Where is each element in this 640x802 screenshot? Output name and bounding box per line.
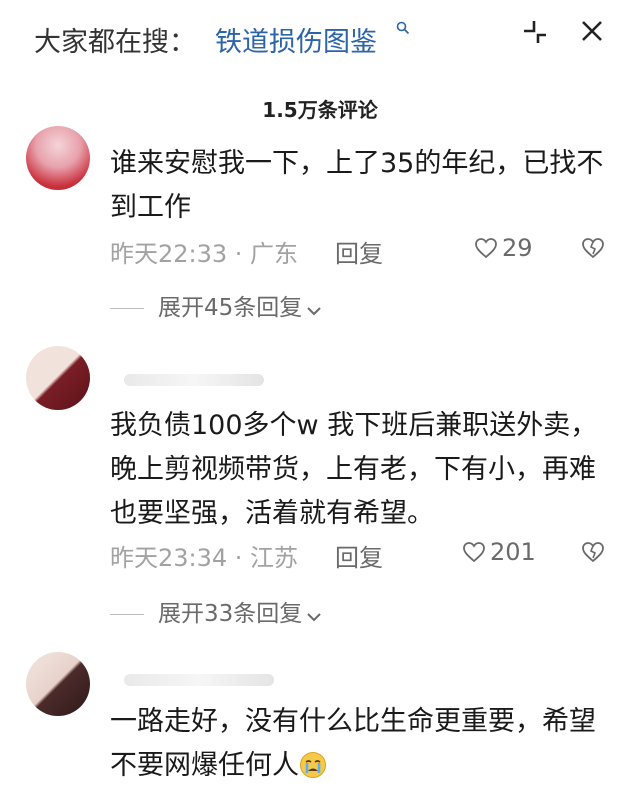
username[interactable] xyxy=(124,374,264,386)
chevron-down-icon xyxy=(307,307,321,316)
crying-face-icon xyxy=(299,749,327,778)
chevron-down-icon xyxy=(307,613,321,622)
search-icon[interactable] xyxy=(396,20,410,39)
comment-text: 一路走好，没有什么比生命更重要，希望不要网爆任何人 xyxy=(110,700,610,788)
comment-count-title: 1.5万条评论 xyxy=(262,98,378,122)
comment-item: 一路走好，没有什么比生命更重要，希望不要网爆任何人 xyxy=(0,648,640,802)
comment-time-location: 昨天22:33 · 广东 xyxy=(110,240,299,268)
dislike-icon[interactable] xyxy=(580,236,606,266)
heart-icon xyxy=(463,542,485,563)
comment-item: 谁来安慰我一下，上了35的年纪，已找不到工作 昨天22:33 · 广东 回复 2… xyxy=(0,120,640,330)
heart-icon xyxy=(475,238,497,259)
like-count: 29 xyxy=(502,234,533,262)
collapse-icon[interactable] xyxy=(520,17,550,47)
avatar[interactable] xyxy=(26,346,90,410)
comment-text-content: 一路走好，没有什么比生命更重要，希望不要网爆任何人 xyxy=(110,706,596,781)
dislike-icon[interactable] xyxy=(580,540,606,570)
like-button[interactable]: 29 xyxy=(474,234,554,262)
comment-meta: 昨天22:33 · 广东 回复 29 xyxy=(110,234,620,268)
search-suggestion-link[interactable]: 铁道损伤图鉴 xyxy=(215,20,377,59)
expand-replies-button[interactable]: 展开33条回复 xyxy=(110,594,322,627)
comments-header-bar: 大家都在搜： 铁道损伤图鉴 xyxy=(0,0,640,80)
comment-meta: 昨天23:34 · 江苏 回复 201 xyxy=(110,538,620,572)
expand-replies-label: 展开33条回复 xyxy=(158,601,303,627)
like-count: 201 xyxy=(490,538,536,566)
expand-replies-label: 展开45条回复 xyxy=(158,295,303,321)
search-suggestion-prefix: 大家都在搜： xyxy=(34,27,196,58)
divider xyxy=(110,308,144,309)
reply-button[interactable]: 回复 xyxy=(335,538,383,573)
comment-time-location: 昨天23:34 · 江苏 xyxy=(110,544,299,572)
comment-item: 我负债100多个w 我下班后兼职送外卖，晚上剪视频带货，上有老，下有小，再难也要… xyxy=(0,346,640,636)
divider xyxy=(110,614,144,615)
comment-text: 我负债100多个w 我下班后兼职送外卖，晚上剪视频带货，上有老，下有小，再难也要… xyxy=(110,410,598,529)
close-icon[interactable] xyxy=(578,17,606,45)
username[interactable] xyxy=(124,674,274,686)
comment-text: 谁来安慰我一下，上了35的年纪，已找不到工作 xyxy=(110,148,604,223)
expand-replies-button[interactable]: 展开45条回复 xyxy=(110,288,322,321)
like-button[interactable]: 201 xyxy=(462,538,542,566)
avatar[interactable] xyxy=(26,126,90,190)
avatar[interactable] xyxy=(26,652,90,716)
reply-button[interactable]: 回复 xyxy=(335,234,383,269)
